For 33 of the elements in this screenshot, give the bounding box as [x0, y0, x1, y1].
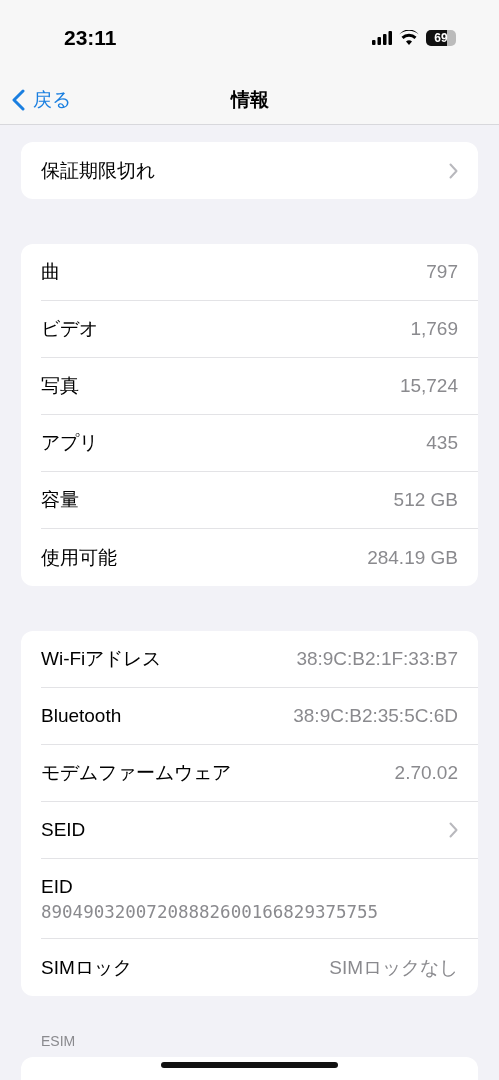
row-label: 容量: [41, 488, 80, 512]
row-value: 38:9C:B2:1F:33:B7: [296, 648, 458, 670]
row-label: アプリ: [41, 431, 99, 455]
row-label: 写真: [41, 374, 80, 398]
row-value: 284.19 GB: [367, 546, 458, 569]
row-label: SIMロック: [41, 955, 133, 980]
row-value: 2.70.02: [394, 762, 458, 784]
row-value: 797: [426, 261, 458, 283]
nav-title: 情報: [230, 88, 269, 110]
row-label: EID: [41, 875, 73, 898]
row-label: 使用可能: [41, 545, 118, 570]
signal-icon: [372, 30, 392, 45]
chevron-right-icon: [449, 162, 458, 179]
row-value: SIMロックなし: [329, 955, 458, 980]
row-label: ビデオ: [41, 317, 99, 341]
row-value: 1,769: [410, 318, 458, 340]
row-value: 89049032007208882600166829375755: [41, 901, 379, 922]
list-item[interactable]: 保証期限切れ: [41, 142, 478, 199]
row-value: 435: [426, 432, 458, 454]
chevron-right-icon: [449, 822, 458, 838]
chevron-left-icon: [12, 88, 25, 111]
row-label: モデムファームウェア: [41, 761, 232, 785]
back-button[interactable]: 戻る: [0, 85, 77, 114]
row-label: Wi-Fiアドレス: [41, 647, 163, 671]
wifi-icon: [399, 30, 419, 45]
row-label: Bluetooth: [41, 705, 123, 727]
row-value: 512 GB: [393, 489, 458, 511]
row-value: 38:9C:B2:35:5C:6D: [293, 705, 458, 727]
section-header: ESIM: [41, 1033, 76, 1049]
clock: 23:11: [64, 25, 118, 50]
list-item[interactable]: SEID: [41, 802, 478, 859]
row-value: 15,724: [399, 375, 458, 397]
row-label: 曲: [41, 260, 61, 284]
